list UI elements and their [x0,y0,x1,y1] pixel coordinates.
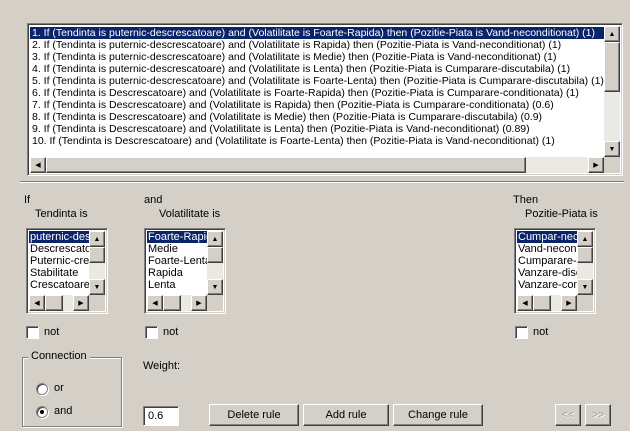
and-radio[interactable] [36,406,48,418]
add-rule-button[interactable]: Add rule [303,404,389,426]
input2-not-checkbox[interactable] [145,326,158,339]
input2-title: Volatilitate is [159,208,221,220]
list-item[interactable]: Cumpar-necor [517,231,577,243]
divider [20,181,624,183]
rules-vertical-scrollbar[interactable]: ▲ ▼ [604,26,620,157]
list-item[interactable]: Vanzare-discu [517,267,577,279]
scrollbar-corner [577,295,593,311]
rule-item[interactable]: 8. If (Tendinta is Descrescatoare) and (… [30,111,604,123]
and-radio-label: and [54,405,73,417]
scroll-down-arrow-icon[interactable]: ▼ [577,279,593,295]
rule-item[interactable]: 4. If (Tendinta is puternic-descrescatoa… [30,63,604,75]
list-item[interactable]: Foarte-Lenta [147,255,207,267]
scroll-up-arrow-icon[interactable]: ▲ [89,231,105,247]
scroll-left-arrow-icon[interactable]: ◀ [147,295,163,311]
scroll-thumb[interactable] [45,295,63,311]
input1-not-checkbox[interactable] [26,326,39,339]
then-label: Then [513,194,539,206]
or-radio[interactable] [36,383,48,395]
scroll-thumb[interactable] [163,295,181,311]
prev-button[interactable]: << [555,404,581,426]
scroll-left-arrow-icon[interactable]: ◀ [30,157,46,173]
scroll-thumb[interactable] [604,42,620,92]
list-item[interactable]: Puternic-cresc [29,255,89,267]
vertical-scrollbar[interactable]: ▲ ▼ [207,231,223,295]
connection-title: Connection [28,350,90,362]
list-item[interactable]: Stabilitate [29,267,89,279]
scroll-thumb[interactable] [577,247,593,263]
list-item[interactable]: Descrescatoa [29,243,89,255]
input2-not-label: not [163,326,179,338]
scroll-down-arrow-icon[interactable]: ▼ [604,141,620,157]
next-button[interactable]: >> [585,404,611,426]
scroll-right-arrow-icon[interactable]: ▶ [191,295,207,311]
scroll-thumb[interactable] [46,157,526,173]
list-item[interactable]: Medie [147,243,207,255]
list-item[interactable]: Foarte-Rapida [147,231,207,243]
list-item[interactable]: puternic-desc [29,231,89,243]
scroll-left-arrow-icon[interactable]: ◀ [517,295,533,311]
input2-listbox[interactable]: Foarte-Rapida Medie Foarte-Lenta Rapida … [144,228,226,314]
scroll-left-arrow-icon[interactable]: ◀ [29,295,45,311]
list-item[interactable]: Lenta [147,279,207,291]
rule-item[interactable]: 6. If (Tendinta is Descrescatoare) and (… [30,87,604,99]
output-title: Pozitie-Piata is [525,208,598,220]
scrollbar-corner [207,295,223,311]
and-label: and [144,194,163,206]
rule-item[interactable]: 9. If (Tendinta is Descrescatoare) and (… [30,123,604,135]
change-rule-button[interactable]: Change rule [393,404,483,426]
list-item[interactable]: Crescatoare [29,279,89,291]
scroll-up-arrow-icon[interactable]: ▲ [207,231,223,247]
rule-item[interactable]: 7. If (Tendinta is Descrescatoare) and (… [30,99,604,111]
list-item[interactable]: Vand-necondi [517,243,577,255]
scroll-down-arrow-icon[interactable]: ▼ [89,279,105,295]
output-not-checkbox[interactable] [515,326,528,339]
rules-list-box[interactable]: 1. If (Tendinta is puternic-descrescatoa… [27,23,623,176]
rule-item[interactable]: 10. If (Tendinta is Descrescatoare) and … [30,135,604,147]
scroll-thumb[interactable] [207,247,223,263]
input1-not-label: not [44,326,60,338]
scroll-thumb[interactable] [533,295,551,311]
list-item[interactable]: Rapida [147,267,207,279]
if-label: If [24,194,31,206]
horizontal-scrollbar[interactable]: ◀ ▶ [517,295,577,311]
rule-item[interactable]: 5. If (Tendinta is puternic-descrescatoa… [30,75,604,87]
output-listbox[interactable]: Cumpar-necor Vand-necondi Cumparare-dis … [514,228,596,314]
scrollbar-corner [89,295,105,311]
horizontal-scrollbar[interactable]: ◀ ▶ [29,295,89,311]
list-item[interactable]: Vanzare-cond [517,279,577,291]
rules-horizontal-scrollbar[interactable]: ◀ ▶ [30,157,604,173]
scroll-right-arrow-icon[interactable]: ▶ [561,295,577,311]
horizontal-scrollbar[interactable]: ◀ ▶ [147,295,207,311]
scroll-down-arrow-icon[interactable]: ▼ [207,279,223,295]
rule-item[interactable]: 2. If (Tendinta is puternic-descrescatoa… [30,39,604,51]
or-label: or [54,382,64,394]
scroll-right-arrow-icon[interactable]: ▶ [588,157,604,173]
input1-title: Tendinta is [35,208,88,220]
weight-input[interactable] [143,406,179,426]
delete-rule-button[interactable]: Delete rule [209,404,299,426]
scroll-right-arrow-icon[interactable]: ▶ [73,295,89,311]
vertical-scrollbar[interactable]: ▲ ▼ [577,231,593,295]
scroll-up-arrow-icon[interactable]: ▲ [604,26,620,42]
rule-item[interactable]: 1. If (Tendinta is puternic-descrescatoa… [30,27,604,39]
rules-list[interactable]: 1. If (Tendinta is puternic-descrescatoa… [30,26,604,157]
list-item[interactable]: Cumparare-dis [517,255,577,267]
scroll-up-arrow-icon[interactable]: ▲ [577,231,593,247]
rule-item[interactable]: 3. If (Tendinta is puternic-descrescatoa… [30,51,604,63]
scroll-thumb[interactable] [89,247,105,263]
vertical-scrollbar[interactable]: ▲ ▼ [89,231,105,295]
output-not-label: not [533,326,549,338]
scrollbar-corner [604,157,620,173]
input1-listbox[interactable]: puternic-desc Descrescatoa Puternic-cres… [26,228,108,314]
weight-label: Weight: [143,360,181,372]
